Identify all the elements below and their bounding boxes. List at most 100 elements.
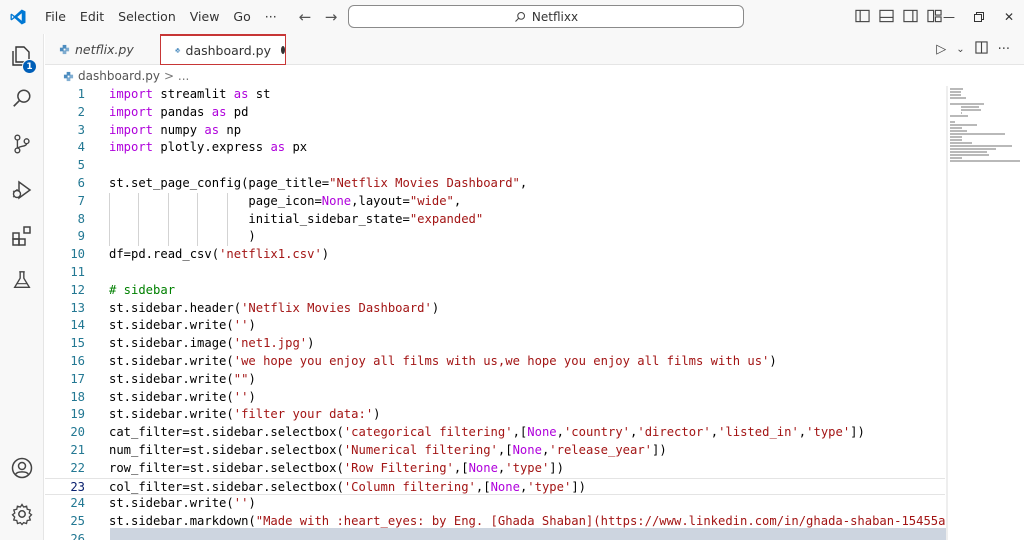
line-number: 24	[70, 496, 85, 511]
split-editor-icon[interactable]	[974, 41, 988, 58]
code-line[interactable]: 17 st.sidebar.write("")	[45, 371, 945, 389]
toggle-panel-icon[interactable]	[878, 8, 894, 24]
code-line[interactable]: 18 st.sidebar.write('')	[45, 389, 945, 407]
line-code: df=pd.read_csv('netflix1.csv')	[109, 247, 330, 262]
toggle-primary-sidebar-icon[interactable]	[854, 8, 870, 24]
line-code: import plotly.express as px	[109, 140, 308, 155]
code-line[interactable]: 11	[45, 264, 945, 282]
activity-bar: 1	[0, 34, 44, 540]
line-number: 26	[70, 532, 85, 540]
line-number: 7	[77, 193, 85, 208]
indent-guide	[167, 192, 169, 247]
restore-icon[interactable]	[964, 0, 994, 34]
minimap-line	[961, 106, 979, 108]
minimap-line	[950, 103, 985, 105]
menu-edit[interactable]: Edit	[73, 0, 111, 34]
line-code: row_filter=st.sidebar.selectbox('Row Fil…	[109, 460, 564, 475]
extensions-icon[interactable]	[0, 216, 44, 256]
code-line[interactable]: 20 cat_filter=st.sidebar.selectbox('categ…	[45, 424, 945, 442]
run-debug-icon[interactable]	[0, 170, 44, 210]
layout-controls	[854, 8, 942, 24]
minimap-line	[961, 109, 981, 111]
menu-more[interactable]: ···	[258, 0, 284, 34]
code-line[interactable]: 7 page_icon=None,layout="wide",	[45, 193, 945, 211]
line-number: 11	[70, 265, 85, 279]
explorer-badge: 1	[22, 59, 37, 74]
settings-gear-icon[interactable]	[0, 494, 44, 534]
accounts-icon[interactable]	[0, 448, 44, 488]
more-actions-icon[interactable]: ···	[998, 42, 1010, 57]
indent-guide	[226, 192, 228, 247]
editor-tab-bar: netflix.py dashboard.py ▷ ⌄ ···	[45, 34, 1024, 65]
horizontal-scrollbar[interactable]	[110, 528, 946, 540]
minimap-line	[950, 91, 962, 93]
explorer-icon[interactable]: 1	[0, 36, 44, 76]
indent-guide	[197, 192, 199, 247]
vscode-logo-icon	[2, 0, 34, 34]
menu-go[interactable]: Go	[226, 0, 257, 34]
line-code: st.sidebar.header('Netflix Movies Dashbo…	[109, 300, 440, 315]
line-code: page_icon=None,layout="wide",	[109, 193, 462, 208]
line-number: 9	[77, 229, 85, 244]
breadcrumb: dashboard.py > ...	[45, 66, 189, 86]
search-icon	[515, 11, 525, 22]
close-icon[interactable]: ✕	[994, 0, 1024, 34]
breadcrumb-file[interactable]: dashboard.py	[78, 69, 160, 83]
line-code: num_filter=st.sidebar.selectbox('Numeric…	[109, 443, 667, 457]
code-line[interactable]: 12 # sidebar	[45, 282, 945, 300]
code-line[interactable]: 15 st.sidebar.image('net1.jpg')	[45, 335, 945, 353]
run-python-icon[interactable]: ▷	[936, 42, 946, 57]
line-code: cat_filter=st.sidebar.selectbox('categor…	[109, 425, 865, 440]
code-line[interactable]: 22 row_filter=st.sidebar.selectbox('Row F…	[45, 460, 945, 478]
code-line[interactable]: 16 st.sidebar.write('we hope you enjoy al…	[45, 353, 945, 371]
code-line[interactable]: 23 col_filter=st.sidebar.selectbox('Colum…	[45, 477, 945, 496]
code-line[interactable]: 6 st.set_page_config(page_title="Netflix …	[45, 175, 945, 193]
source-control-icon[interactable]	[0, 124, 44, 164]
line-number: 20	[70, 425, 85, 440]
code-line[interactable]: 14 st.sidebar.write('')	[45, 317, 945, 335]
code-line[interactable]: 4 import plotly.express as px	[45, 139, 945, 157]
code-line[interactable]: 13 st.sidebar.header('Netflix Movies Dash…	[45, 300, 945, 318]
line-code: )	[109, 229, 256, 244]
code-line[interactable]: 8 initial_sidebar_state="expanded"	[45, 211, 945, 229]
code-line[interactable]: 19 st.sidebar.write('filter your data:')	[45, 406, 945, 424]
code-line[interactable]: 21 num_filter=st.sidebar.selectbox('Numer…	[45, 442, 945, 460]
search-view-icon[interactable]	[0, 78, 44, 118]
toggle-secondary-sidebar-icon[interactable]	[902, 8, 918, 24]
back-arrow-icon[interactable]: ←	[296, 8, 314, 26]
minimap-line	[950, 124, 977, 126]
code-line[interactable]: 3 import numpy as np	[45, 122, 945, 140]
line-number: 13	[70, 300, 85, 315]
unsaved-dot-icon[interactable]	[280, 46, 285, 54]
line-number: 19	[70, 407, 85, 422]
line-code: st.sidebar.write('we hope you enjoy all …	[109, 354, 777, 368]
code-line[interactable]: 5	[45, 157, 945, 175]
breadcrumb-more[interactable]: > ...	[164, 69, 189, 83]
line-number: 23	[70, 479, 85, 494]
minimap-line	[950, 115, 968, 117]
testing-flask-icon[interactable]	[0, 260, 44, 300]
code-line[interactable]: 2 import pandas as pd	[45, 104, 945, 122]
run-dropdown-chevron-icon[interactable]: ⌄	[956, 44, 964, 55]
minimap[interactable]	[948, 86, 1024, 540]
command-center-search[interactable]: Netflixx	[348, 5, 744, 28]
menu-file[interactable]: File	[38, 0, 73, 34]
menu-view[interactable]: View	[183, 0, 227, 34]
minimize-icon[interactable]: —	[934, 0, 964, 34]
minimap-line	[950, 130, 967, 132]
line-number: 2	[77, 104, 85, 119]
code-line[interactable]: 10 df=pd.read_csv('netflix1.csv')	[45, 246, 945, 264]
line-code: st.sidebar.write('')	[109, 389, 256, 404]
line-number: 6	[77, 176, 85, 190]
code-line[interactable]: 24 st.sidebar.write('')	[45, 495, 945, 513]
tab-netflix-py[interactable]: netflix.py	[45, 34, 158, 65]
tab-dashboard-py[interactable]: dashboard.py	[160, 34, 286, 65]
indent-guide	[109, 192, 110, 247]
nav-arrows: ← →	[296, 8, 340, 26]
code-editor[interactable]: 1 import streamlit as st 2 import pandas as…	[45, 86, 945, 540]
code-line[interactable]: 1 import streamlit as st	[45, 86, 945, 104]
line-number: 4	[77, 140, 85, 155]
menu-selection[interactable]: Selection	[111, 0, 183, 34]
code-line[interactable]: 9 )	[45, 228, 945, 246]
forward-arrow-icon[interactable]: →	[322, 8, 340, 26]
